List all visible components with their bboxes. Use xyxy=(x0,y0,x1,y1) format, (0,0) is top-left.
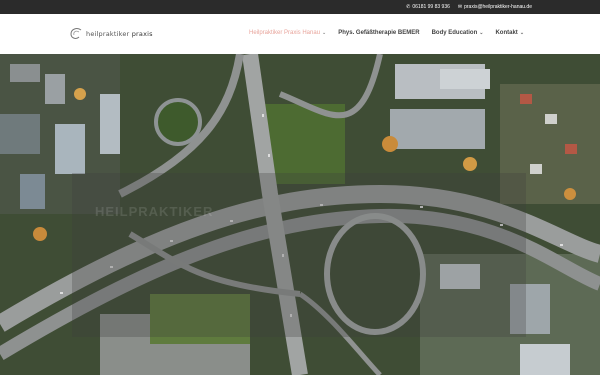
email-address[interactable]: praxis@heilpraktiker-hanau.de xyxy=(464,4,532,10)
site-header: heilpraktiker praxis Heilpraktiker Praxi… xyxy=(0,14,600,54)
nav-label: Kontakt xyxy=(495,30,518,36)
nav-label: Phys. Gefäßtherapie BEMER xyxy=(338,30,420,36)
nav-item-kontakt[interactable]: Kontakt ⌄ xyxy=(495,30,524,36)
logo-text-b: praxis xyxy=(131,30,153,38)
nav-label: Body Education xyxy=(431,30,478,36)
chevron-down-icon: ⌄ xyxy=(322,30,327,36)
email-contact[interactable]: ✉ praxis@heilpraktiker-hanau.de xyxy=(458,4,532,10)
phone-number[interactable]: 06181 99 83 936 xyxy=(412,4,450,10)
nav-item-bemer[interactable]: Phys. Gefäßtherapie BEMER xyxy=(338,30,419,36)
chevron-down-icon: ⌄ xyxy=(479,30,484,36)
logo-text: heilpraktiker praxis xyxy=(86,30,153,38)
logo-text-a: heilpraktiker xyxy=(86,30,130,38)
nav-label: Heilpraktiker Praxis Hanau xyxy=(249,30,321,36)
hero-overlay xyxy=(72,173,526,337)
top-bar: ✆ 06181 99 83 936 ✉ praxis@heilpraktiker… xyxy=(0,0,600,14)
phone-icon: ✆ xyxy=(406,3,411,10)
nav-item-body-education[interactable]: Body Education ⌄ xyxy=(432,30,484,36)
chevron-down-icon: ⌄ xyxy=(519,30,525,36)
main-nav: Heilpraktiker Praxis Hanau ⌄ Phys. Gefäß… xyxy=(249,30,524,36)
mail-icon: ✉ xyxy=(457,3,463,10)
phone-contact[interactable]: ✆ 06181 99 83 936 xyxy=(406,4,450,10)
hero-image: HEILPRAKTIKER xyxy=(0,54,600,375)
hero-watermark: HEILPRAKTIKER xyxy=(95,204,214,219)
nav-item-heilpraktiker-praxis-hanau[interactable]: Heilpraktiker Praxis Hanau ⌄ xyxy=(249,30,326,36)
site-logo[interactable]: heilpraktiker praxis xyxy=(68,26,153,42)
logo-swirl-icon xyxy=(70,28,82,39)
